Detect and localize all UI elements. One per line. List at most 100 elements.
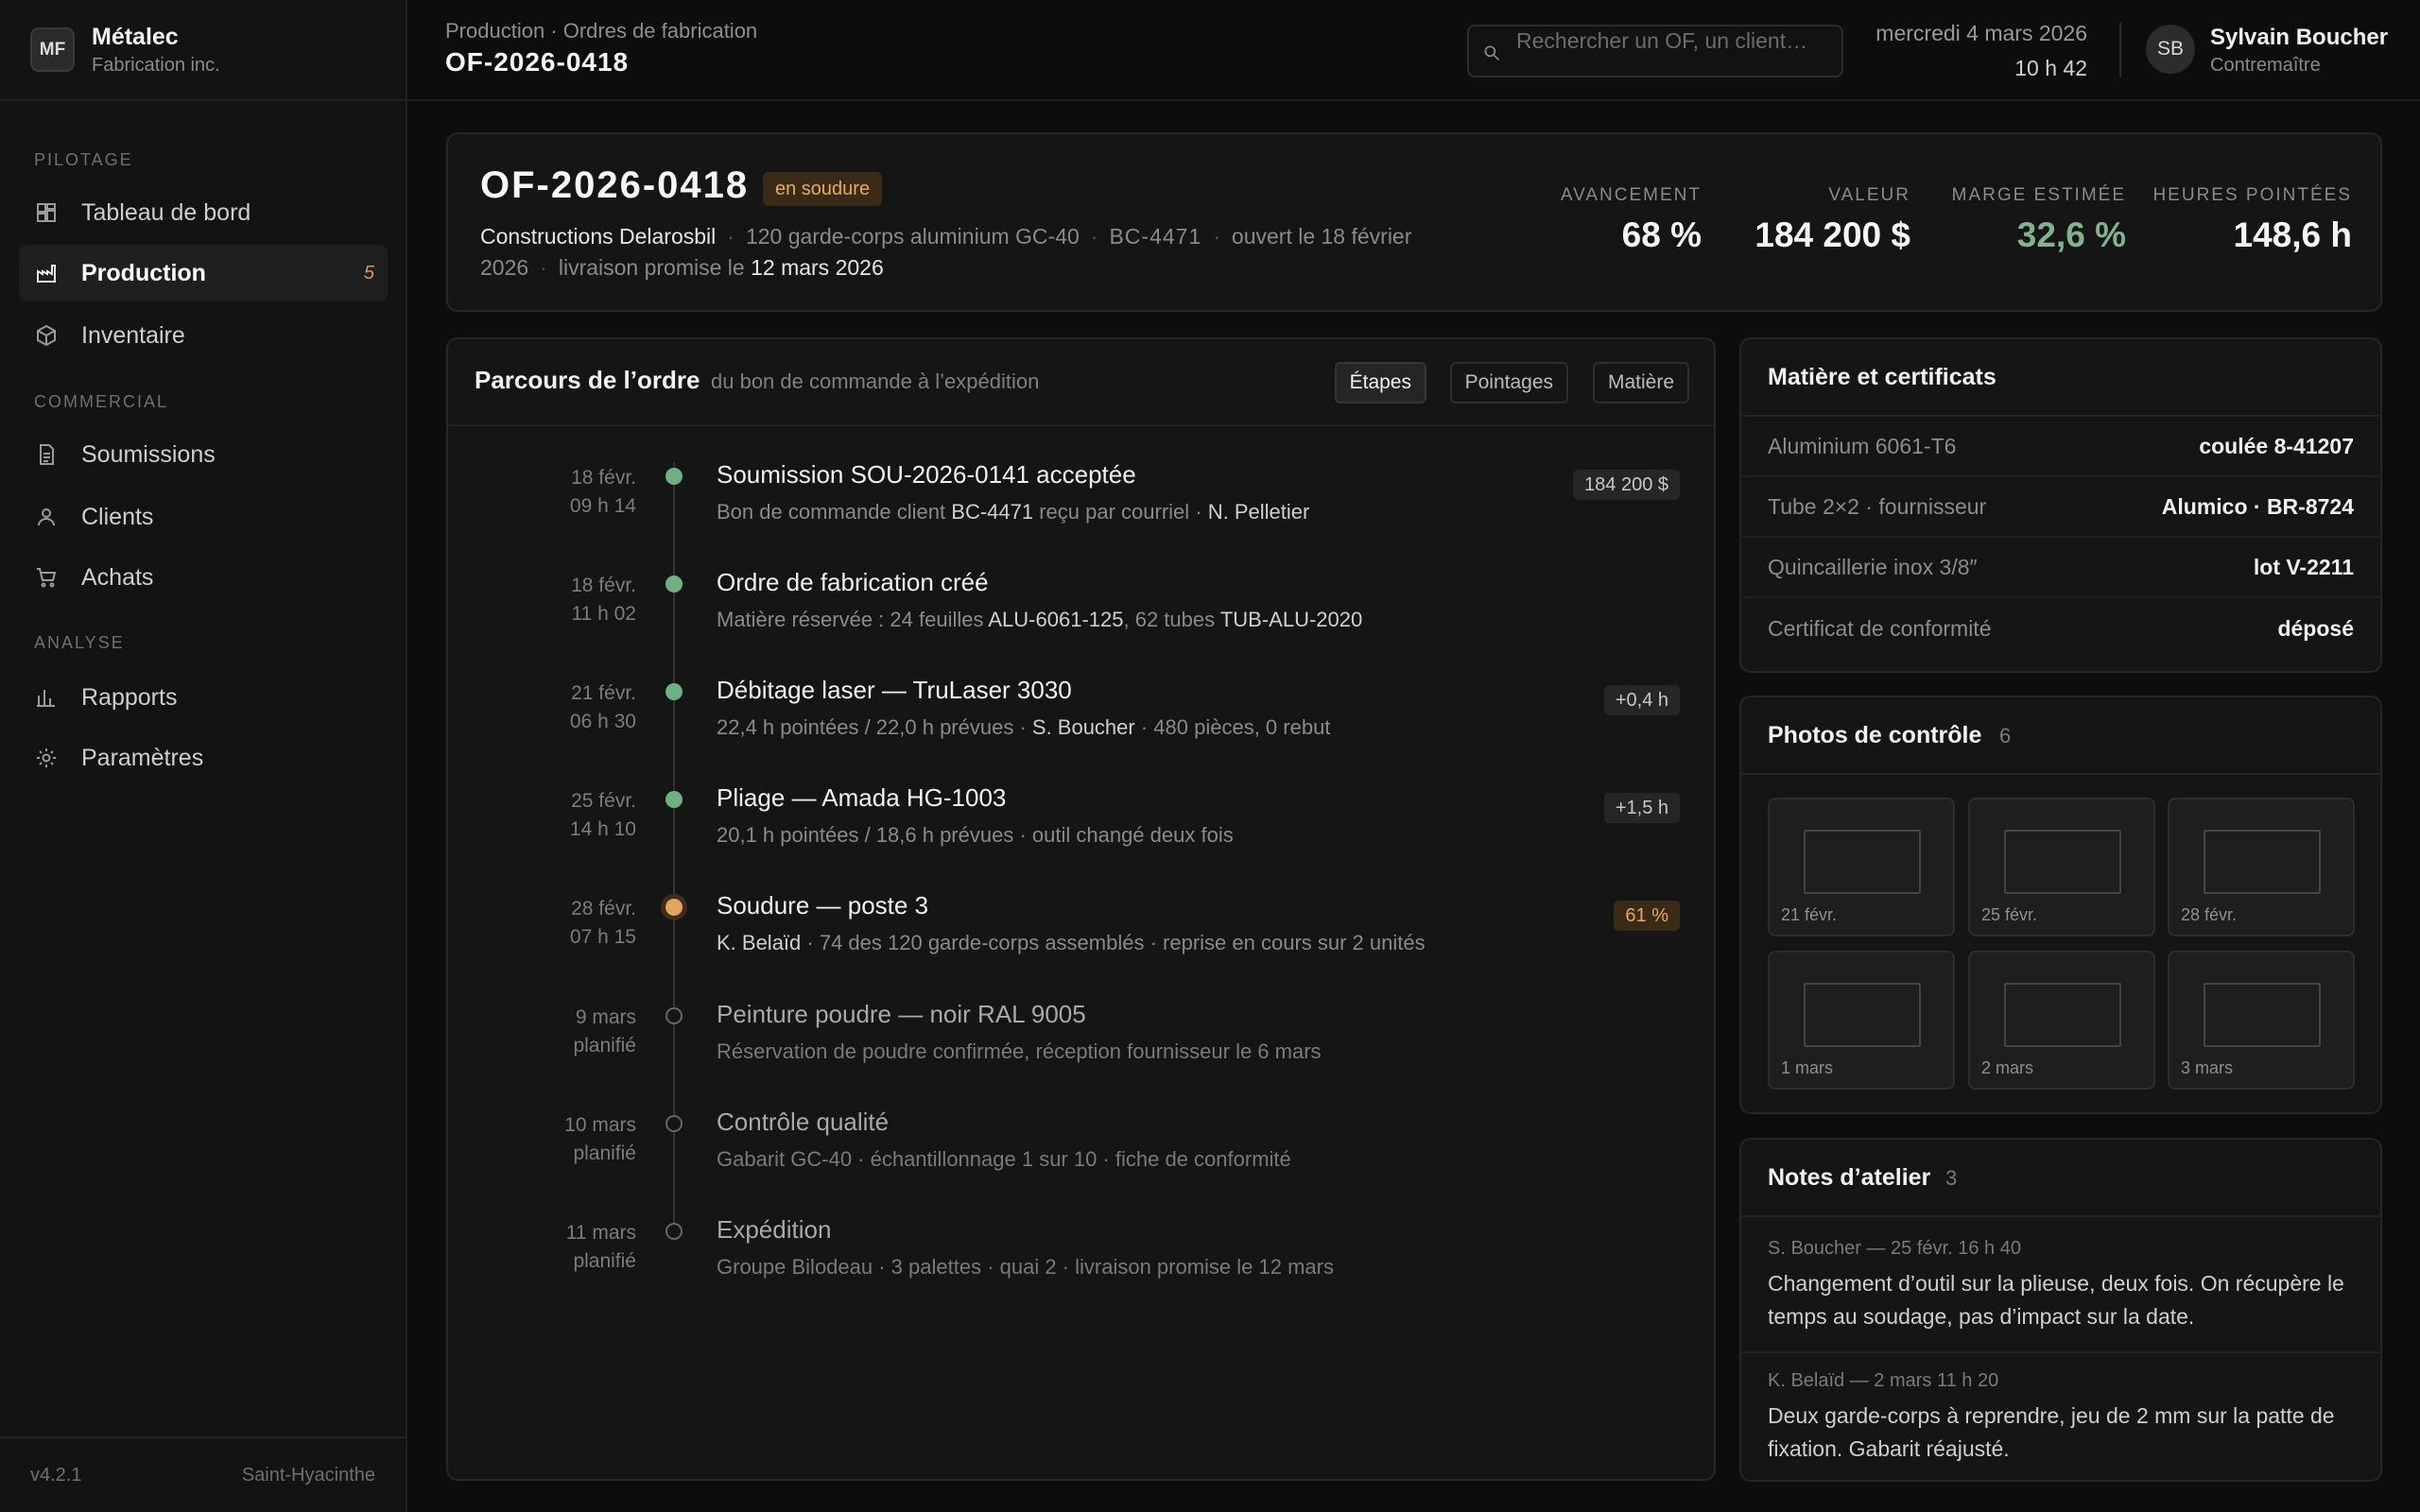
tab-pointages[interactable]: Pointages [1449, 362, 1568, 404]
step-date: 21 févr. 06 h 30 [570, 679, 636, 736]
timeline-step[interactable]: 28 févr. 07 h 15 Soudure — poste 3 K. Be… [448, 878, 1714, 982]
step-date: 18 févr. 11 h 02 [571, 572, 636, 628]
tab-matiere[interactable]: Matière [1592, 362, 1689, 404]
image-placeholder-icon [2004, 983, 2121, 1047]
photos-count: 6 [1999, 724, 2012, 747]
timeline-step[interactable]: 9 mars planifié Peinture poudre — noir R… [448, 987, 1714, 1091]
divider [1741, 1351, 2380, 1353]
kpi-label: AVANCEMENT [1560, 185, 1702, 205]
bar-chart-icon [34, 685, 59, 710]
topbar: Production · Ordres de fabrication OF-20… [407, 0, 2420, 101]
order-meta: Constructions Delarosbil · 120 garde-corps… [480, 224, 1412, 280]
user-name[interactable]: Sylvain Boucher [2210, 25, 2388, 51]
tab-etapes[interactable]: Étapes [1334, 362, 1426, 404]
kpi-avancement: AVANCEMENT 68 % [1561, 185, 1702, 255]
step-badge: +0,4 h [1603, 685, 1680, 715]
sidebar-item-label: Clients [81, 503, 154, 530]
sidebar-item-inventaire[interactable]: Inventaire [19, 307, 388, 364]
step-desc-text: Réservation de poudre confirmée, récepti… [717, 1040, 1322, 1063]
status-dot-icon [666, 576, 683, 593]
photo-thumbnail[interactable]: 2 mars [1968, 951, 2155, 1090]
step-badge: 184 200 $ [1573, 470, 1680, 500]
timeline-step[interactable]: 25 févr. 14 h 10 Pliage — Amada HG-1003 … [448, 770, 1714, 874]
avatar[interactable]: SB [2146, 25, 2195, 74]
kpi-marge: MARGE ESTIMÉE 32,6 % [1952, 185, 2126, 255]
photo-thumbnail[interactable]: 28 févr. [2168, 798, 2355, 936]
step-desc-text: Matière réservée : 24 feuilles [717, 608, 989, 631]
kpi-heures: HEURES POINTÉES 148,6 h [2152, 185, 2352, 255]
sidebar-item-label: Paramètres [81, 744, 204, 771]
step-desc-highlight: K. Belaïd [717, 931, 802, 954]
status-badge: en soudure [763, 172, 883, 206]
material-row[interactable]: Aluminium 6061-T6 coulée 8-41207 [1741, 417, 2380, 477]
cart-icon [34, 565, 59, 590]
status-dot-icon [666, 1115, 683, 1132]
step-date: 9 mars planifié [573, 1004, 636, 1060]
current-datetime: mercredi 4 mars 2026 10 h 42 [1876, 21, 2087, 81]
timeline-step[interactable]: 21 févr. 06 h 30 Débitage laser — TruLas… [448, 662, 1714, 766]
photo-thumbnail[interactable]: 25 févr. [1968, 798, 2155, 936]
nav-section-analyse: ANALYSE [34, 633, 125, 652]
step-date-day: 10 mars [564, 1114, 636, 1136]
timeline-step[interactable]: 11 mars planifié Expédition Groupe Bilod… [448, 1202, 1714, 1306]
sidebar-item-achats[interactable]: Achats [19, 549, 388, 606]
search-placeholder: Rechercher un OF, un client… [1516, 28, 1808, 53]
search-input[interactable]: Rechercher un OF, un client… [1467, 25, 1843, 77]
sidebar-item-rapports[interactable]: Rapports [19, 669, 388, 726]
sidebar-item-label: Achats [81, 563, 154, 591]
material-label: Aluminium 6061-T6 [1768, 433, 1957, 458]
timeline-title: Parcours de l’ordre [475, 366, 700, 394]
nav-section-commercial: COMMERCIAL [34, 392, 169, 411]
image-placeholder-icon [2004, 830, 2121, 894]
material-row[interactable]: Quincaillerie inox 3/8″ lot V-2211 [1741, 538, 2380, 598]
sidebar-item-soumissions[interactable]: Soumissions [19, 426, 388, 483]
step-desc-highlight: ALU-6061-125 [988, 608, 1124, 631]
breadcrumb[interactable]: Production · Ordres de fabrication [445, 19, 757, 43]
step-date: 28 févr. 07 h 15 [570, 895, 636, 952]
page-title: OF-2026-0418 [445, 47, 630, 77]
timeline-step[interactable]: 18 févr. 09 h 14 Soumission SOU-2026-014… [448, 447, 1714, 551]
photo-thumbnail[interactable]: 21 févr. [1768, 798, 1955, 936]
status-dot-icon [666, 1007, 683, 1024]
timeline-step[interactable]: 18 févr. 11 h 02 Ordre de fabrication cr… [448, 555, 1714, 659]
step-date: 10 mars planifié [564, 1111, 636, 1168]
photo-caption: 2 mars [1981, 1058, 2034, 1077]
step-desc-highlight: TUB-ALU-2020 [1219, 608, 1363, 631]
kpi-value: 68 % [1621, 215, 1702, 254]
app-version: v4.2.1 [30, 1464, 82, 1486]
timeline-subtitle: du bon de commande à l’expédition [711, 369, 1040, 393]
step-date-time: 14 h 10 [569, 818, 636, 840]
material-row[interactable]: Certificat de conformité déposé [1741, 598, 2380, 659]
step-description: Gabarit GC-40 · échantillonnage 1 sur 10… [717, 1147, 1291, 1172]
step-title: Ordre de fabrication créé [717, 568, 989, 596]
step-date-day: 28 févr. [571, 898, 636, 919]
material-label: Tube 2×2 · fournisseur [1768, 493, 1987, 519]
photo-thumbnail[interactable]: 1 mars [1768, 951, 1955, 1090]
sidebar-item-production[interactable]: Production 5 [19, 245, 388, 301]
status-dot-icon [666, 683, 683, 700]
status-dot-icon [666, 1223, 683, 1240]
note-meta: K. Belaïd — 2 mars 11 h 20 [1768, 1370, 1999, 1391]
sidebar-item-dashboard[interactable]: Tableau de bord [19, 184, 388, 241]
note-item[interactable]: S. Boucher — 25 févr. 16 h 40 Changement… [1741, 1238, 2380, 1333]
step-description: Groupe Bilodeau · 3 palettes · quai 2 · … [717, 1255, 1334, 1280]
step-title: Peinture poudre — noir RAL 9005 [717, 1000, 1086, 1028]
material-row[interactable]: Tube 2×2 · fournisseur Alumico · BR-8724 [1741, 477, 2380, 538]
photo-thumbnail[interactable]: 3 mars [2168, 951, 2355, 1090]
step-description: Réservation de poudre confirmée, récepti… [717, 1040, 1322, 1064]
step-date-time: 07 h 15 [569, 926, 636, 948]
sidebar-item-clients[interactable]: Clients [19, 489, 388, 545]
brand: MF Métalec Fabrication inc. [0, 0, 406, 101]
dashboard-icon [34, 200, 59, 225]
nav-section-pilotage: PILOTAGE [34, 150, 133, 169]
note-meta: S. Boucher — 25 févr. 16 h 40 [1768, 1238, 2021, 1259]
client-name[interactable]: Constructions Delarosbil [480, 224, 716, 249]
note-item[interactable]: K. Belaïd — 2 mars 11 h 20 Deux garde-co… [1741, 1370, 2380, 1466]
sidebar: MF Métalec Fabrication inc. PILOTAGE Tab… [0, 0, 407, 1512]
step-date-day: 25 févr. [571, 790, 636, 812]
sidebar-footer: v4.2.1 Saint-Hyacinthe [0, 1436, 406, 1512]
step-date: 11 mars planifié [566, 1219, 636, 1276]
timeline-step[interactable]: 10 mars planifié Contrôle qualité Gabari… [448, 1094, 1714, 1198]
document-icon [34, 442, 59, 467]
sidebar-item-parametres[interactable]: Paramètres [19, 730, 388, 786]
